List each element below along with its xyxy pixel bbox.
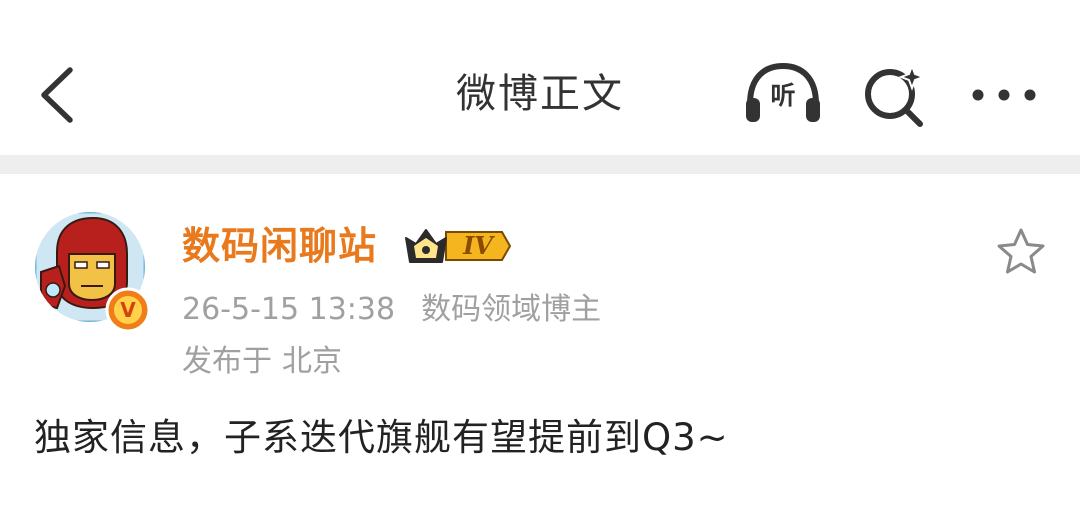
top-bar: 微博正文 听 [0,0,1080,155]
ellipsis-icon [972,89,1036,101]
star-outline-icon [997,228,1045,274]
post-location: 发布于 北京 [182,340,342,384]
location-name: 北京 [282,344,342,379]
author-name[interactable]: 数码闲聊站 [182,218,377,274]
page-title: 微博正文 [456,71,624,117]
favorite-button[interactable] [994,225,1048,279]
verified-mark: V [120,298,136,322]
verified-badge: V [105,287,151,333]
chevron-left-icon [41,67,73,123]
search-sparkle-icon [865,63,926,127]
more-button[interactable] [966,70,1042,120]
author-tag[interactable]: 数码领域博主 [421,292,601,327]
post-meta: 26-5-15 13:38 数码领域博主 [182,288,601,332]
back-button[interactable] [26,58,96,132]
verified-v-icon: V [105,287,151,333]
location-prefix: 发布于 [182,344,272,379]
section-divider [0,155,1080,174]
post-time: 26-5-15 13:38 [182,292,396,327]
listen-button[interactable]: 听 [740,60,826,130]
search-button[interactable] [860,60,930,130]
post-text: 独家信息，子系迭代旗舰有望提前到Q3~ [34,416,729,459]
rank-label: IV [463,231,493,260]
listen-label: 听 [770,81,796,110]
